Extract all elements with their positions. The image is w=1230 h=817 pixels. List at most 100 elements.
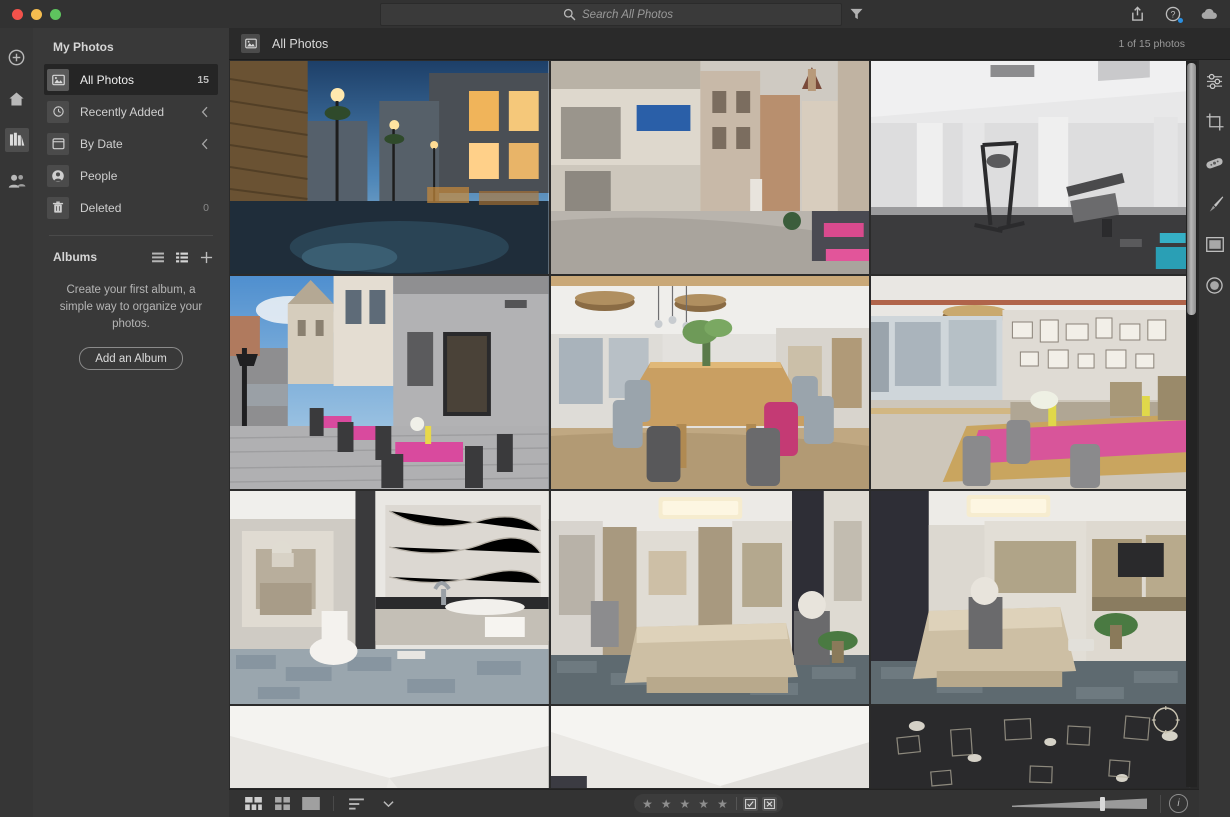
grid-view-button[interactable]	[272, 795, 292, 812]
photo-thumbnail[interactable]	[871, 61, 1190, 274]
mixed-grid-icon	[244, 797, 262, 810]
toolbar-divider	[333, 796, 334, 811]
grid-view-icon[interactable]	[176, 252, 188, 263]
left-rail-item-home[interactable]	[0, 78, 33, 119]
help-icon[interactable]: ?	[1164, 5, 1183, 23]
chevron-left-icon[interactable]	[201, 106, 209, 118]
slider-track[interactable]	[1012, 796, 1147, 811]
sidebar-item-label: People	[80, 168, 118, 183]
photo-thumbnail[interactable]	[871, 276, 1190, 489]
star-3-icon[interactable]: ★	[680, 797, 691, 811]
chevron-left-icon[interactable]	[201, 138, 209, 150]
left-rail-item-add[interactable]	[0, 37, 33, 78]
photo-thumbnail[interactable]	[550, 491, 870, 704]
photo-thumbnail[interactable]	[230, 491, 549, 704]
long-wooden-dining-table	[550, 276, 870, 489]
help-badge-dot	[1178, 18, 1183, 23]
sidebar-title: My Photos	[53, 40, 114, 54]
albums-title: Albums	[53, 250, 98, 264]
attic-fitness-gym-room	[871, 61, 1190, 274]
right-rail-header	[1199, 28, 1230, 60]
sidebar-item-people[interactable]: People	[44, 160, 218, 191]
outdoor-restaurant-courtyard	[230, 276, 549, 489]
star-2-icon[interactable]: ★	[661, 797, 672, 811]
calendar-icon	[47, 132, 69, 155]
trash-icon	[47, 196, 69, 219]
titlebar-actions: ?	[1128, 0, 1218, 28]
sidebar-item-by-date[interactable]: By Date	[44, 128, 218, 159]
brush-icon	[1206, 195, 1224, 213]
cloud-icon[interactable]	[1200, 5, 1218, 23]
photo-thumbnail[interactable]	[230, 61, 549, 274]
add-album-button-wrap: Add an Album	[33, 347, 229, 370]
sidebar-item-count: 15	[197, 73, 209, 86]
crop-rotate-icon	[1205, 112, 1224, 131]
flag-reject-icon[interactable]	[761, 796, 777, 811]
rating-filter-bar[interactable]: ★ ★ ★ ★ ★	[634, 794, 783, 813]
slider-handle[interactable]	[1100, 796, 1105, 811]
add-album-button[interactable]: Add an Album	[79, 347, 183, 370]
right-rail-item-linear-gradient[interactable]	[1199, 224, 1230, 265]
share-icon[interactable]	[1128, 5, 1146, 23]
photo-thumbnail[interactable]	[230, 276, 549, 489]
single-view-button[interactable]	[301, 795, 321, 812]
sidebar-item-label: All Photos	[80, 72, 135, 87]
photo-count-status: 1 of 15 photos	[1118, 37, 1185, 50]
city-street-with-cafe-terrace	[550, 61, 870, 274]
square-grid-icon	[274, 797, 290, 810]
photo-thumbnail[interactable]	[550, 706, 870, 788]
marble-bathroom-suite	[230, 491, 549, 704]
linear-gradient-icon	[1205, 237, 1224, 252]
radial-gradient-icon	[1206, 277, 1223, 294]
title-bar: Search All Photos ?	[0, 0, 1230, 28]
sidebar-item-recently-added[interactable]: Recently Added	[44, 96, 218, 127]
search-input[interactable]: Search All Photos	[380, 3, 842, 26]
photo-thumbnail[interactable]	[871, 491, 1190, 704]
page-title: All Photos	[272, 36, 329, 51]
info-icon[interactable]: i	[1169, 794, 1188, 813]
dark-ceiling-restaurant-brick	[871, 706, 1190, 788]
list-view-icon[interactable]	[152, 252, 164, 263]
minimize-window-button[interactable]	[31, 9, 42, 20]
sidebar-item-all-photos[interactable]: All Photos 15	[44, 64, 218, 95]
right-rail-item-crop[interactable]	[1199, 101, 1230, 142]
sidebar-item-label: Recently Added	[80, 104, 165, 119]
photo-icon	[47, 68, 69, 91]
search-icon	[563, 8, 576, 21]
close-window-button[interactable]	[12, 9, 23, 20]
filter-icon[interactable]	[845, 3, 867, 24]
rating-divider	[735, 797, 737, 810]
photo-thumbnail[interactable]	[550, 61, 870, 274]
right-rail-item-edit[interactable]	[1199, 60, 1230, 101]
maximize-window-button[interactable]	[50, 9, 61, 20]
star-4-icon[interactable]: ★	[698, 797, 709, 811]
healing-brush-icon	[1205, 156, 1224, 170]
plus-icon[interactable]	[200, 251, 213, 264]
thumbnail-size-slider[interactable]	[1012, 796, 1147, 811]
grid-scrollbar[interactable]	[1186, 61, 1197, 787]
right-rail-item-brush[interactable]	[1199, 183, 1230, 224]
star-1-icon[interactable]: ★	[642, 797, 653, 811]
photo-thumbnail[interactable]	[871, 706, 1190, 788]
filmstrip-view-button[interactable]	[243, 795, 263, 812]
chevron-down-icon[interactable]	[378, 795, 398, 812]
person-icon	[47, 164, 69, 187]
svg-text:?: ?	[1171, 9, 1176, 19]
sidebar: My Photos All Photos 15 Recently Added B…	[33, 28, 229, 817]
left-rail-item-shared[interactable]	[0, 160, 33, 201]
right-tools-rail	[1199, 28, 1230, 817]
star-5-icon[interactable]: ★	[717, 797, 728, 811]
grid-scrollbar-thumb[interactable]	[1187, 63, 1196, 315]
right-rail-item-healing[interactable]	[1199, 142, 1230, 183]
photo-icon	[241, 34, 260, 53]
photo-thumbnail[interactable]	[230, 706, 549, 788]
sort-icon[interactable]	[346, 795, 366, 812]
photo-grid[interactable]	[229, 60, 1191, 788]
left-rail-item-library[interactable]	[0, 119, 33, 160]
photo-thumbnail[interactable]	[550, 276, 870, 489]
hotel-suite-living-room	[550, 491, 870, 704]
sidebar-item-deleted[interactable]: Deleted 0	[44, 192, 218, 223]
flag-pick-icon[interactable]	[742, 796, 758, 811]
right-rail-item-radial-gradient[interactable]	[1199, 265, 1230, 306]
sidebar-nav-list: All Photos 15 Recently Added By Date Peo…	[33, 64, 229, 223]
